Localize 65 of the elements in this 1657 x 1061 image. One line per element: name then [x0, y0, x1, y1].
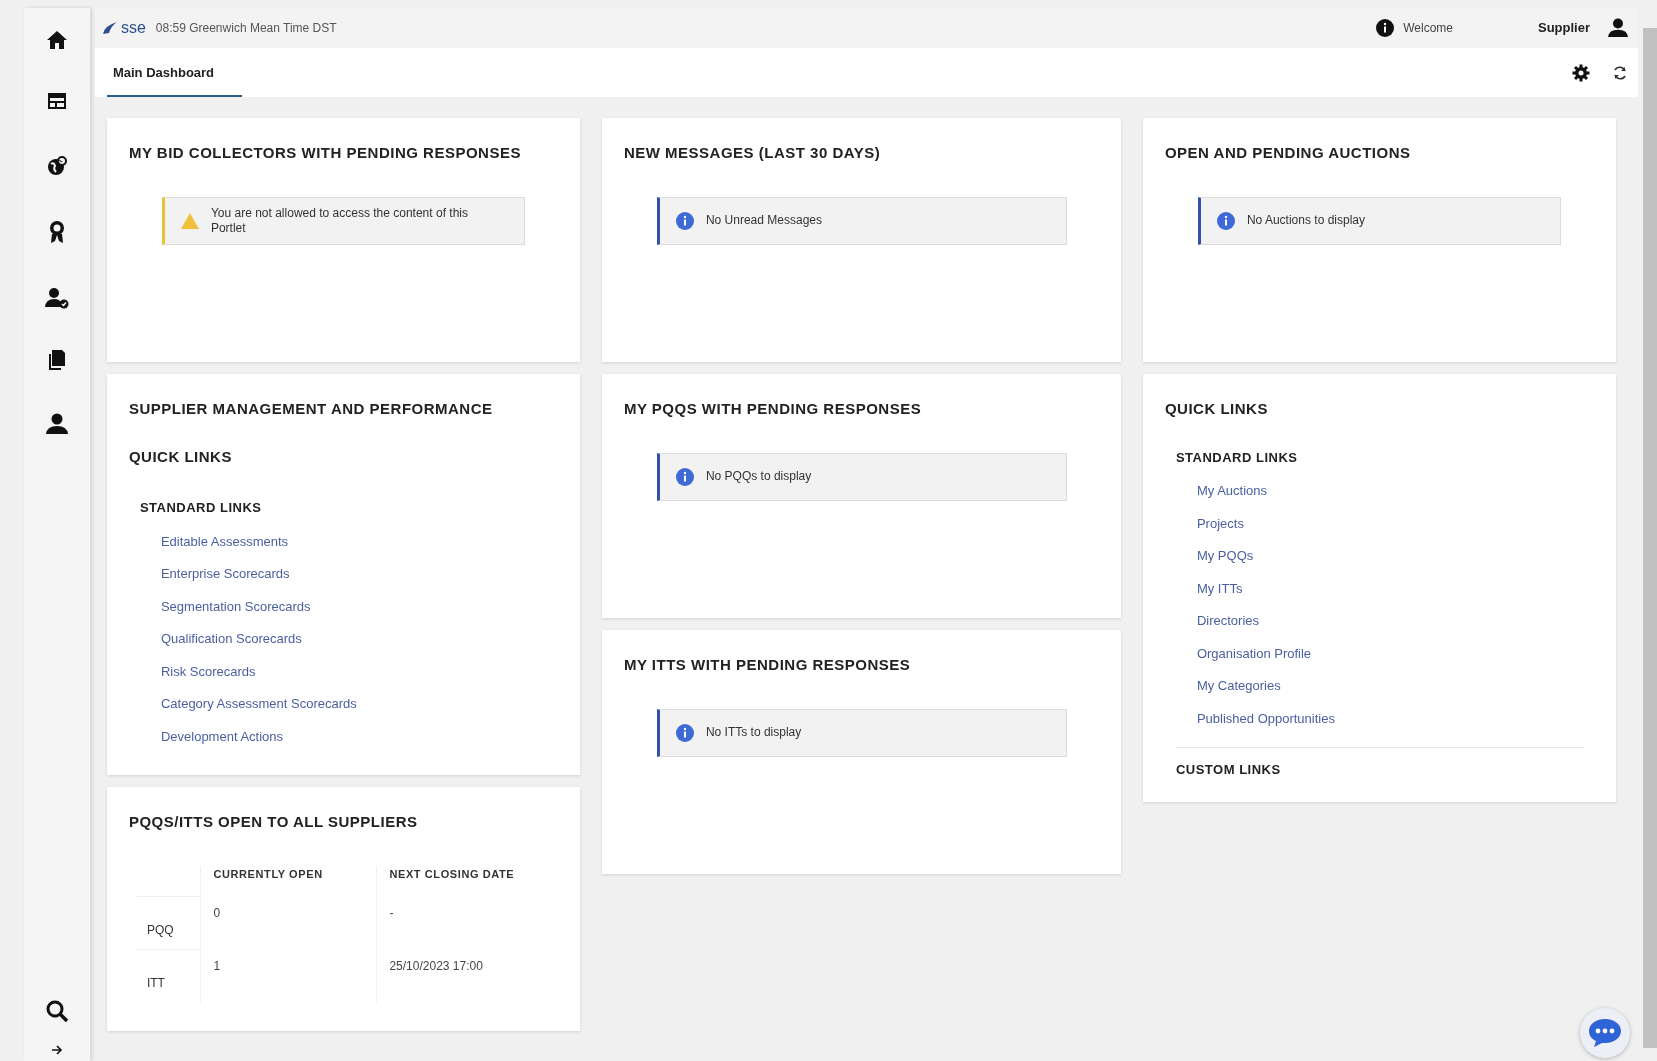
card-title: MY BID COLLECTORS WITH PENDING RESPONSES	[128, 143, 522, 163]
quick-link[interactable]: Qualification Scorecards	[160, 623, 302, 656]
scrollbar[interactable]	[1643, 28, 1657, 1048]
settings-icon[interactable]	[1572, 63, 1590, 82]
card-subtitle: QUICK LINKS	[128, 446, 233, 467]
quick-link[interactable]: My PQQs	[1196, 540, 1254, 573]
notice-text: You are not allowed to access the content of this Portlet	[210, 205, 469, 236]
table-cell: 25/10/2023 17:00	[376, 949, 541, 1002]
notice-text: No Unread Messages	[705, 213, 822, 228]
chat-button[interactable]	[1580, 1008, 1630, 1058]
card-title: NEW MESSAGES (LAST 30 DAYS)	[623, 143, 882, 163]
row-label: PQQ	[136, 896, 201, 949]
chat-icon	[1587, 1017, 1623, 1049]
layout-icon[interactable]	[46, 92, 67, 110]
section-heading: STANDARD LINKS	[139, 499, 263, 517]
search-icon[interactable]	[44, 999, 69, 1023]
table-cell: 1	[200, 949, 377, 1002]
quick-link[interactable]: Published Opportunities	[1196, 702, 1335, 735]
notice-text: No Auctions to display	[1246, 213, 1365, 228]
user-icon[interactable]	[45, 413, 68, 435]
card-title: MY PQQS WITH PENDING RESPONSES	[623, 399, 923, 419]
refresh-icon[interactable]	[1612, 64, 1628, 81]
quick-link[interactable]: My Auctions	[1196, 475, 1267, 508]
quick-link[interactable]: Projects	[1196, 507, 1244, 540]
warning-icon	[180, 212, 199, 229]
quick-link[interactable]: Editable Assessments	[160, 525, 289, 558]
info-icon	[675, 467, 694, 486]
award-icon[interactable]	[47, 220, 66, 244]
user-name[interactable]: Supplier	[1538, 18, 1590, 38]
table-cell: -	[376, 896, 541, 949]
expand-arrow-icon[interactable]	[50, 1045, 63, 1055]
info-icon	[675, 211, 694, 230]
user-icon[interactable]	[1608, 18, 1628, 38]
card-title: SUPPLIER MANAGEMENT AND PERFORMANCE	[128, 399, 494, 419]
card-title: PQQS/ITTS OPEN TO ALL SUPPLIERS	[128, 812, 419, 832]
info-icon	[675, 723, 694, 742]
quick-link[interactable]: Segmentation Scorecards	[160, 590, 311, 623]
logo-text: sse	[120, 20, 146, 36]
info-icon[interactable]	[1376, 19, 1395, 37]
table-cell: 0	[200, 896, 377, 949]
quick-link[interactable]: Directories	[1196, 605, 1260, 638]
section-heading: CUSTOM LINKS	[1175, 761, 1282, 779]
quick-link[interactable]: My Categories	[1196, 670, 1281, 703]
info-icon	[1216, 211, 1235, 230]
time-text: 08:59 Greenwich Mean Time DST	[155, 20, 337, 37]
quick-link[interactable]: Risk Scorecards	[160, 655, 256, 688]
section-heading: STANDARD LINKS	[1175, 448, 1299, 467]
row-label: ITT	[136, 949, 201, 1002]
quick-link[interactable]: Category Assessment Scorecards	[160, 688, 357, 721]
quick-link[interactable]: Enterprise Scorecards	[160, 558, 290, 591]
home-icon[interactable]	[45, 30, 68, 50]
column-header: NEXT CLOSING DATE	[376, 865, 541, 896]
card-title: QUICK LINKS	[1164, 399, 1269, 419]
notice-text: No PQQs to display	[705, 469, 812, 484]
column-header: CURRENTLY OPEN	[200, 865, 377, 896]
quick-link[interactable]: Development Actions	[160, 720, 284, 753]
documents-icon[interactable]	[46, 349, 67, 371]
card-title: OPEN AND PENDING AUCTIONS	[1164, 143, 1412, 163]
welcome-text: Welcome	[1403, 20, 1453, 37]
quick-link[interactable]: Organisation Profile	[1196, 637, 1312, 670]
card-title: MY ITTS WITH PENDING RESPONSES	[623, 655, 912, 675]
dashboard-tab[interactable]: Main Dashboard	[106, 62, 242, 97]
quick-link[interactable]: My ITTs	[1196, 572, 1243, 605]
user-check-icon[interactable]	[44, 287, 69, 309]
notice-text: No ITTs to display	[705, 725, 802, 740]
